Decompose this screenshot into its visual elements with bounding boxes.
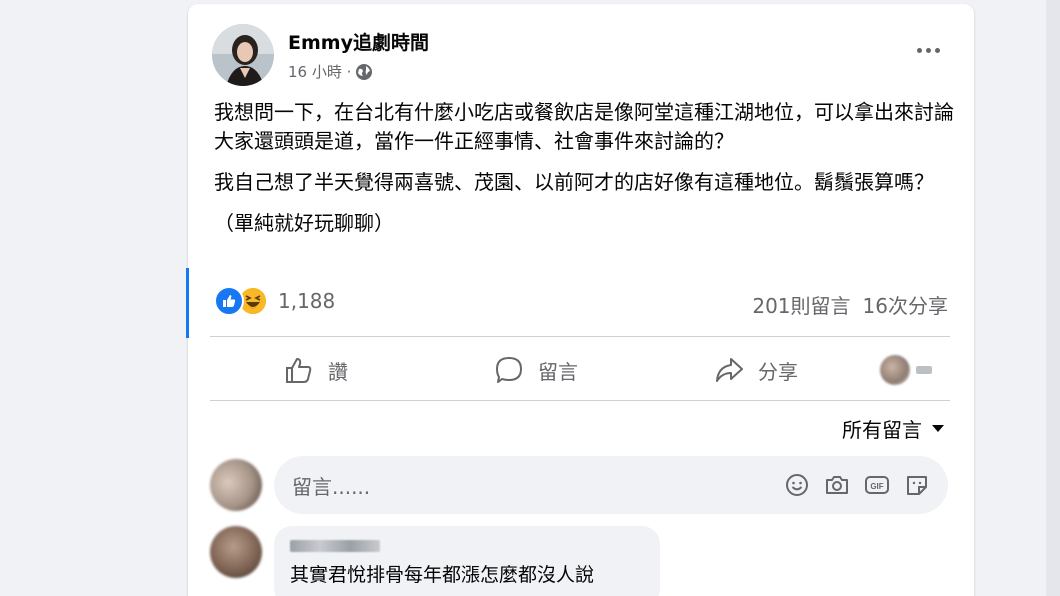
comment-label: 留言 xyxy=(538,359,578,384)
like-icon xyxy=(286,358,312,383)
comment-sort-dropdown[interactable]: 所有留言 xyxy=(842,414,944,443)
comment-placeholder: 留言...... xyxy=(292,474,371,499)
reactions-summary[interactable]: 1,188 xyxy=(214,286,335,316)
divider xyxy=(210,336,950,337)
author-avatar[interactable] xyxy=(212,24,274,86)
caret-down-icon xyxy=(932,425,944,432)
page-scroll-edge xyxy=(1046,0,1060,596)
like-reaction-icon xyxy=(214,286,244,316)
avatar xyxy=(880,355,910,385)
avatar xyxy=(210,459,262,511)
share-label: 分享 xyxy=(758,359,798,384)
post-as-selector[interactable] xyxy=(880,355,932,385)
comment-text: 其實君悅排骨每年都漲怎麼都沒人說 xyxy=(290,564,595,586)
post-paragraph: （單純就好玩聊聊） xyxy=(214,211,394,235)
gif-icon[interactable]: GIF xyxy=(864,472,890,498)
divider xyxy=(210,400,950,401)
action-bar: 讚 留言 分享 xyxy=(210,340,950,400)
post-stats: 201則留言 16次分享 xyxy=(752,290,948,319)
comment-input[interactable]: 留言...... GIF xyxy=(274,456,948,514)
share-icon xyxy=(716,358,743,382)
post-paragraph: 我自己想了半天覺得兩喜號、茂園、以前阿才的店好像有這種地位。鬍鬚張算嗎？ xyxy=(214,170,934,194)
post-card: Emmy追劇時間 16 小時 · 我想問一下，在台北有什麼小吃店或餐飲店是像阿堂… xyxy=(186,4,974,596)
share-button[interactable]: 分享 xyxy=(714,355,798,385)
like-label: 讚 xyxy=(328,359,348,384)
comment-item: 其實君悅排骨每年都漲怎麼都沒人說 xyxy=(210,526,660,596)
comment-bubble: 其實君悅排骨每年都漲怎麼都沒人說 xyxy=(274,526,660,596)
like-button[interactable]: 讚 xyxy=(284,355,348,385)
post-paragraph: 我想問一下，在台北有什麼小吃店或餐飲店是像阿堂這種江湖地位，可以拿出來討論大家還… xyxy=(214,100,954,153)
reaction-count: 1,188 xyxy=(278,289,336,313)
camera-icon[interactable] xyxy=(824,472,850,498)
shares-count[interactable]: 16次分享 xyxy=(863,290,948,319)
post-timestamp[interactable]: 16 小時 · xyxy=(288,61,351,82)
globe-icon xyxy=(356,63,373,80)
post-body: 我想問一下，在台北有什麼小吃店或餐飲店是像阿堂這種江湖地位，可以拿出來討論大家還… xyxy=(214,98,954,250)
svg-text:GIF: GIF xyxy=(870,482,883,491)
post-header: Emmy追劇時間 16 小時 · xyxy=(212,24,429,86)
more-icon[interactable] xyxy=(910,36,946,64)
sticker-icon[interactable] xyxy=(904,472,930,498)
comments-count[interactable]: 201則留言 xyxy=(752,290,850,319)
avatar[interactable] xyxy=(210,526,262,578)
emoji-icon[interactable] xyxy=(784,472,810,498)
author-name[interactable]: Emmy追劇時間 xyxy=(288,28,429,55)
commenter-name[interactable] xyxy=(290,540,380,552)
comment-composer: 留言...... GIF xyxy=(210,456,948,514)
focus-indicator xyxy=(186,268,189,338)
comment-button[interactable]: 留言 xyxy=(494,355,578,385)
comment-icon xyxy=(496,357,522,383)
sort-label: 所有留言 xyxy=(842,418,922,442)
chevron-down-icon xyxy=(916,366,932,374)
